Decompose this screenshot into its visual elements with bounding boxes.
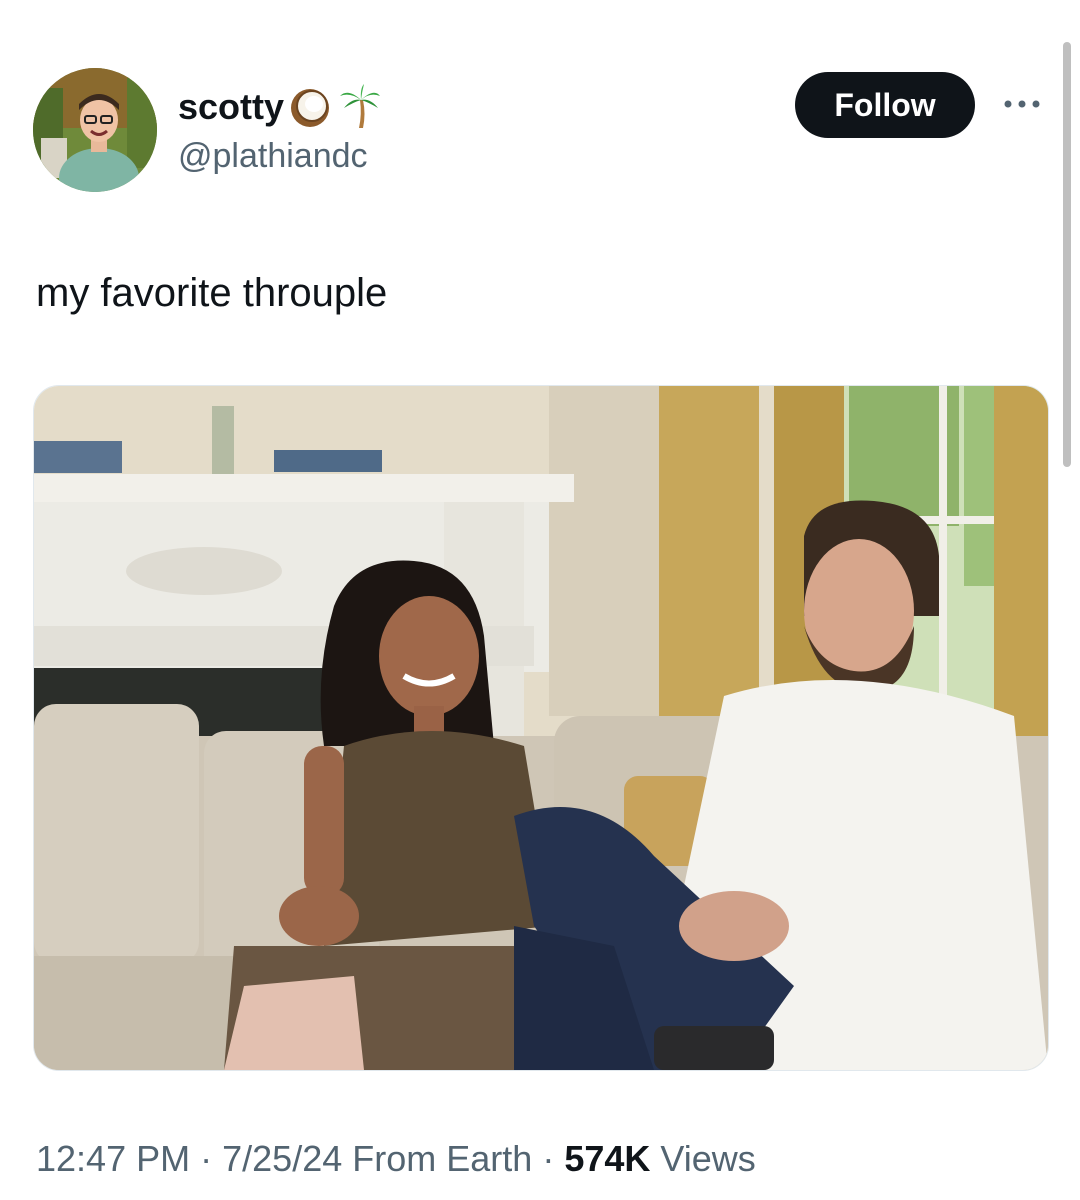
author-display-name[interactable]: scotty (178, 84, 382, 130)
coconut-icon (291, 89, 330, 127)
tweet-text: my favorite throuple (36, 271, 388, 315)
meta-separator: · (542, 1138, 555, 1179)
avatar-image (33, 68, 157, 192)
display-name-text: scotty (178, 86, 285, 127)
more-options-icon[interactable] (1002, 92, 1042, 116)
scrollbar[interactable] (1063, 42, 1071, 467)
views-label: Views (660, 1138, 756, 1179)
tweet-date[interactable]: 7/25/24 (222, 1138, 342, 1179)
author-handle[interactable]: @plathiandc (178, 134, 368, 178)
palm-tree-icon (340, 84, 381, 128)
tweet-photo (34, 386, 1048, 1070)
tweet-media[interactable] (33, 385, 1049, 1071)
tweet-time[interactable]: 12:47 PM (36, 1138, 190, 1179)
follow-button[interactable]: Follow (795, 72, 975, 138)
views-count[interactable]: 574K (564, 1138, 650, 1179)
tweet-metadata: 12:47 PM · 7/25/24 From Earth · 574K Vie… (36, 1136, 756, 1182)
tweet-page: scotty @plathiandc Follow my favorite th… (0, 0, 1080, 1200)
tweet-source: From Earth (352, 1138, 533, 1179)
meta-separator: · (200, 1138, 213, 1179)
avatar[interactable] (33, 68, 157, 192)
